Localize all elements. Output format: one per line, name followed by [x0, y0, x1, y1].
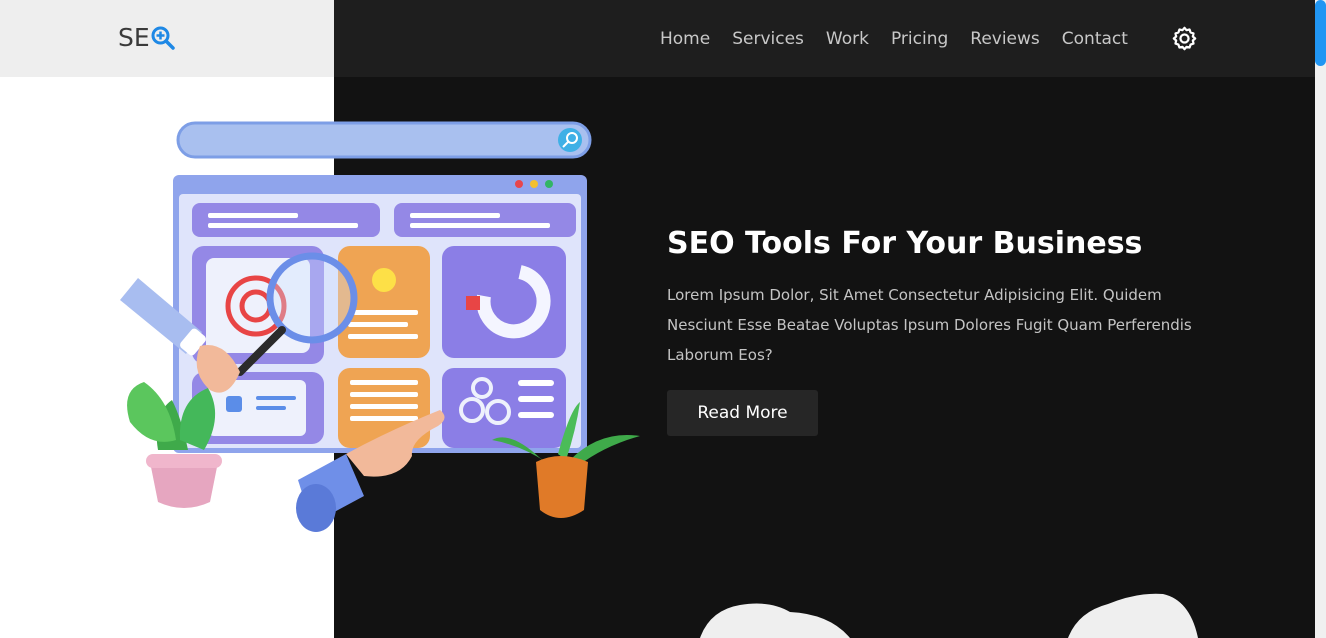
decorative-blob-left	[700, 603, 850, 638]
logo[interactable]: SE	[118, 22, 176, 54]
main-nav: Home Services Work Pricing Reviews Conta…	[660, 0, 1150, 77]
nav-services[interactable]: Services	[732, 29, 804, 49]
nav-work[interactable]: Work	[826, 29, 869, 49]
logo-area: SE	[0, 0, 334, 77]
scrollbar-track[interactable]	[1315, 0, 1326, 638]
hero-title: SEO Tools For Your Business	[667, 226, 1143, 261]
nav-pricing[interactable]: Pricing	[891, 29, 948, 49]
decorative-blob-right	[1068, 593, 1198, 638]
nav-contact[interactable]: Contact	[1062, 29, 1128, 49]
logo-text: SE	[118, 23, 150, 52]
gear-icon[interactable]	[1171, 25, 1198, 52]
nav-reviews[interactable]: Reviews	[970, 29, 1040, 49]
search-plus-icon	[151, 26, 175, 50]
nav-home[interactable]: Home	[660, 29, 710, 49]
site-header: SE Home Services Work Pricing Reviews Co…	[0, 0, 1326, 77]
nav-bar: Home Services Work Pricing Reviews Conta…	[334, 0, 1315, 77]
read-more-button[interactable]: Read More	[667, 390, 818, 436]
seo-illustration	[120, 121, 640, 532]
scrollbar-thumb[interactable]	[1315, 0, 1326, 66]
hero-description: Lorem Ipsum Dolor, Sit Amet Consectetur …	[667, 286, 1192, 364]
